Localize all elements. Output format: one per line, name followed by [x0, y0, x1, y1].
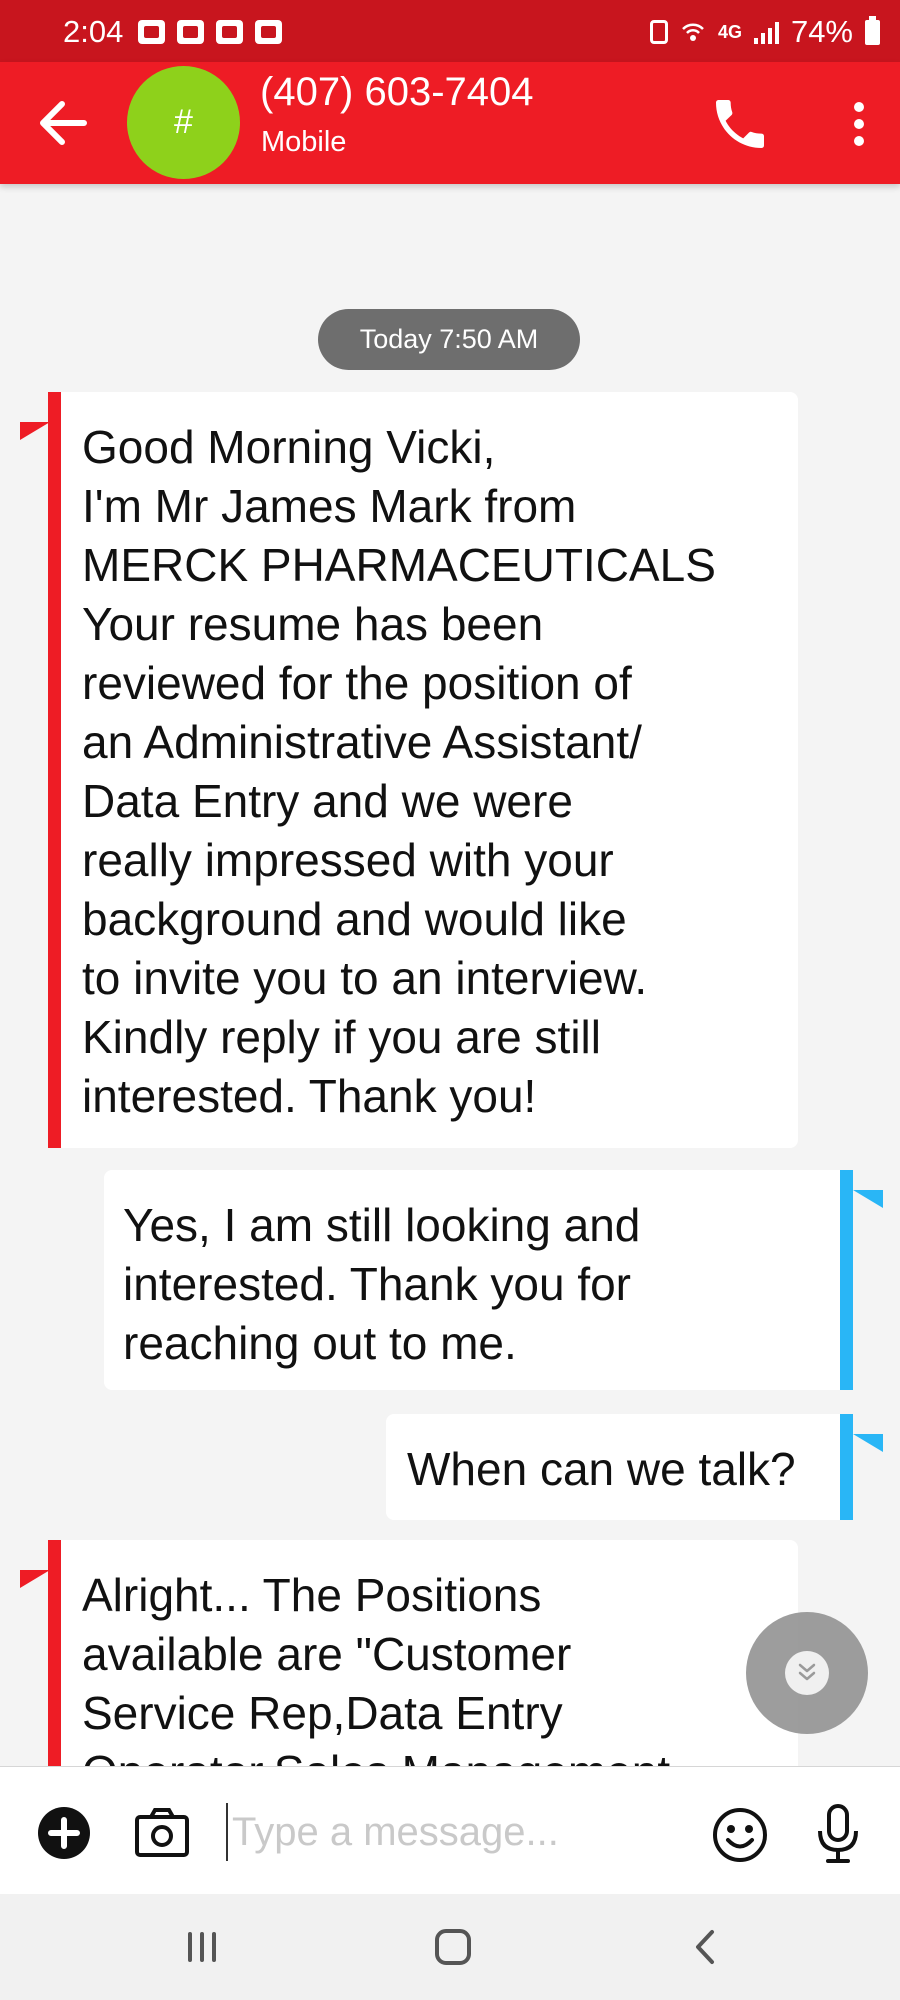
avatar[interactable]: # [127, 66, 240, 179]
network-type: 4G [717, 21, 742, 42]
chevron-double-down-icon [798, 1663, 816, 1681]
recents-button[interactable] [172, 1924, 232, 1970]
hotspot-icon [682, 23, 704, 41]
date-separator: Today 7:50 AM [318, 309, 580, 370]
nav-back-button[interactable] [676, 1924, 736, 1970]
status-bar: 2:04 4G 74% [0, 0, 900, 62]
call-button[interactable] [708, 92, 772, 156]
plus-circle-icon [38, 1807, 90, 1859]
message-text: When can we talk? [407, 1443, 796, 1495]
outgoing-tail [853, 1434, 883, 1452]
more-dot [854, 136, 864, 146]
news-notification-icon [216, 20, 243, 44]
message-bubble-incoming[interactable]: Good Morning Vicki, I'm Mr James Mark fr… [48, 392, 798, 1148]
status-time: 2:04 [63, 14, 124, 49]
home-button[interactable] [423, 1924, 483, 1970]
nav-back-icon [696, 1930, 714, 1964]
lock-icon [649, 20, 668, 44]
contact-name: (407) 603-7404 [260, 70, 534, 114]
system-nav-bar [0, 1894, 900, 2000]
emoji-button[interactable] [712, 1807, 768, 1863]
incoming-tail [20, 422, 50, 440]
incoming-tail [20, 1570, 50, 1588]
phone-icon [716, 100, 764, 148]
message-text: Alright... The Positions available are "… [82, 1569, 670, 1766]
mail-notification-icon [177, 20, 204, 44]
scroll-to-bottom-button[interactable] [746, 1612, 868, 1734]
home-icon [435, 1929, 471, 1965]
back-button[interactable] [32, 93, 96, 153]
outgoing-tail [853, 1190, 883, 1208]
notification-icons [138, 20, 282, 44]
more-dot [854, 119, 864, 129]
scroll-button-inner [785, 1651, 829, 1695]
conversation-header: # (407) 603-7404 Mobile [0, 62, 900, 184]
contact-label: Mobile [261, 126, 347, 158]
add-attachment-button[interactable] [36, 1805, 92, 1861]
composer-bar [0, 1766, 900, 1895]
message-bubble-outgoing[interactable]: When can we talk? [386, 1414, 853, 1520]
voice-input-button[interactable] [815, 1803, 861, 1865]
battery-icon [865, 15, 880, 45]
message-text: Yes, I am still looking and interested. … [123, 1199, 641, 1369]
arrow-left-icon [40, 101, 87, 145]
smiley-icon [713, 1808, 767, 1862]
camera-button[interactable] [134, 1805, 190, 1861]
microphone-icon [818, 1804, 858, 1863]
mail-notification-icon [255, 20, 282, 44]
message-input[interactable] [226, 1803, 692, 1861]
message-text: Good Morning Vicki, I'm Mr James Mark fr… [82, 421, 716, 1122]
status-right: 4G 74% [649, 14, 880, 50]
app-notification-icon [138, 20, 165, 44]
message-bubble-outgoing[interactable]: Yes, I am still looking and interested. … [104, 1170, 853, 1390]
more-options-button[interactable] [835, 94, 883, 154]
camera-icon [135, 1808, 189, 1857]
recents-icon [188, 1932, 216, 1962]
more-vertical-icon [854, 102, 864, 112]
message-bubble-incoming[interactable]: Alright... The Positions available are "… [48, 1540, 798, 1766]
battery-level: 74% [790, 14, 853, 49]
signal-icon [753, 20, 779, 44]
